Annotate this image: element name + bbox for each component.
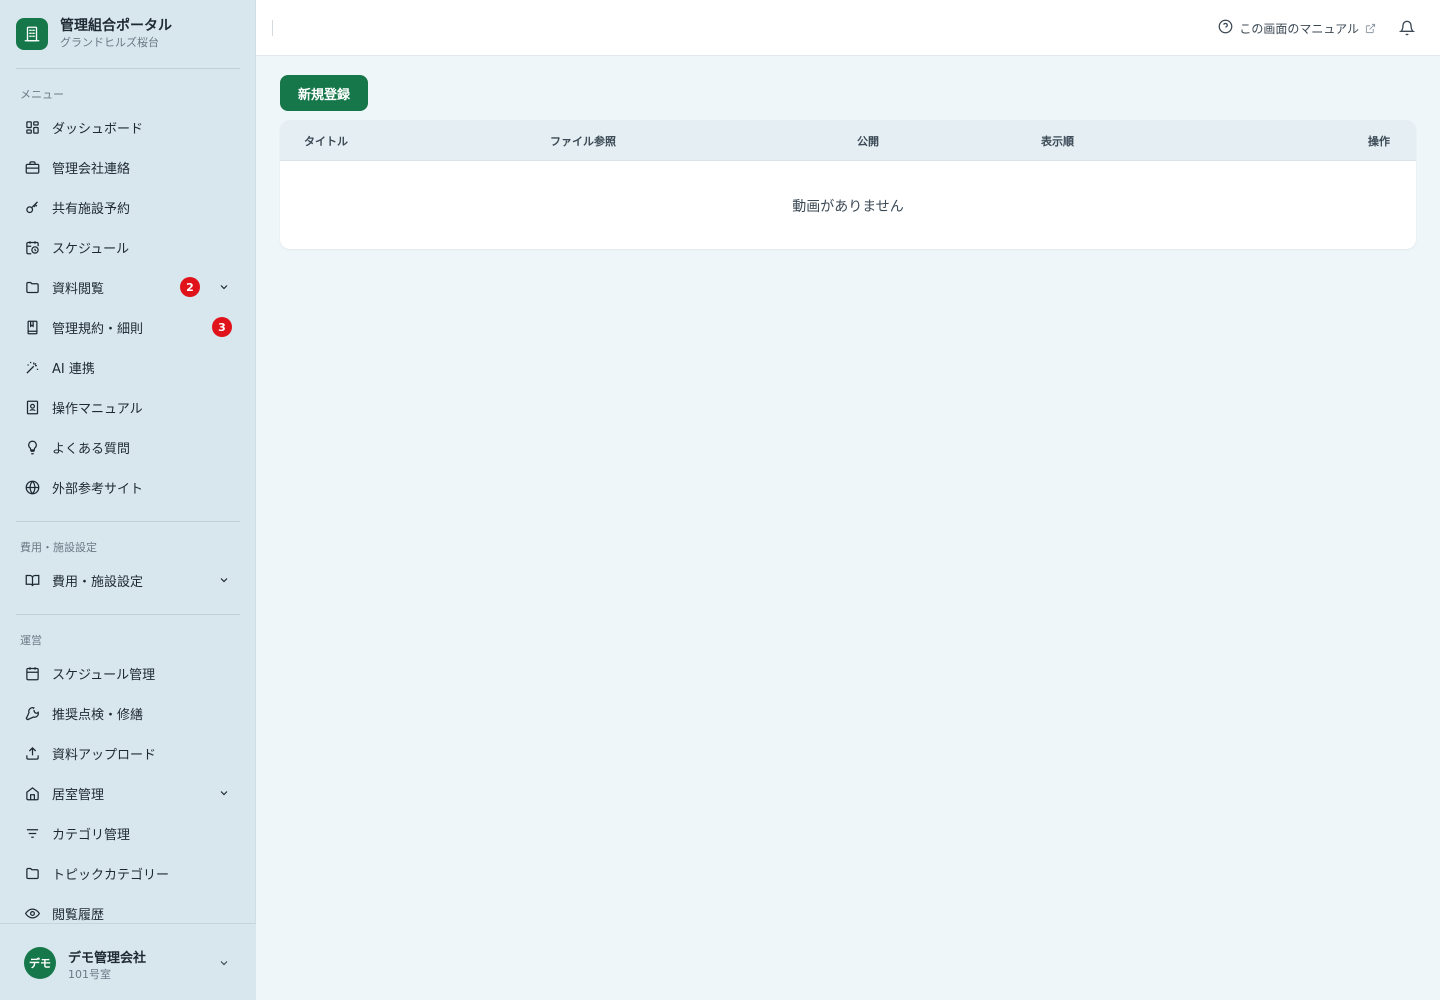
sidebar-item-schedule-management[interactable]: スケジュール管理 <box>16 655 240 691</box>
notification-badge: 2 <box>180 277 200 297</box>
manual-link-label: この画面のマニュアル <box>1239 22 1359 36</box>
header-separator <box>272 20 273 36</box>
sidebar-item-label: トピックカテゴリー <box>52 867 170 883</box>
brand[interactable]: 管理組合ポータル グランドヒルズ桜台 <box>16 18 172 50</box>
sidebar-item-documents[interactable]: 資料閲覧 2 <box>16 269 240 305</box>
video-table: タイトル ファイル参照 公開 表示順 操作 動画がありません <box>280 120 1416 249</box>
sidebar-item-label: 資料アップロード <box>52 747 157 763</box>
sidebar-item-dashboard[interactable]: ダッシュボード <box>16 109 240 145</box>
sidebar-item-category-management[interactable]: カテゴリ管理 <box>16 815 240 851</box>
notification-badge: 3 <box>212 317 232 337</box>
sidebar-item-label: ダッシュボード <box>52 121 144 137</box>
book-icon <box>24 319 40 335</box>
sidebar-item-ai[interactable]: AI 連携 <box>16 349 240 385</box>
sidebar-item-label: 資料閲覧 <box>52 281 105 297</box>
eye-icon <box>24 905 40 921</box>
sidebar-item-label: よくある質問 <box>52 441 131 457</box>
column-header-file[interactable]: ファイル参照 <box>550 133 616 149</box>
chevron-down-icon[interactable] <box>216 955 232 971</box>
sidebar-item-label: 管理会社連絡 <box>52 161 131 177</box>
globe-icon <box>24 479 40 495</box>
chevron-down-icon[interactable] <box>216 572 232 588</box>
sidebar-item-label: 操作マニュアル <box>52 401 143 417</box>
sidebar-item-upload[interactable]: 資料アップロード <box>16 735 240 771</box>
filter-icon <box>24 825 40 841</box>
open-book-icon <box>24 572 40 588</box>
sidebar-item-external-sites[interactable]: 外部参考サイト <box>16 469 240 505</box>
sidebar-item-room-management[interactable]: 居室管理 <box>16 775 240 811</box>
sidebar-item-label: AI 連携 <box>52 361 95 377</box>
table-header: タイトル ファイル参照 公開 表示順 操作 <box>280 120 1416 161</box>
magic-wand-icon <box>24 359 40 375</box>
sidebar-item-inspection[interactable]: 推奨点検・修繕 <box>16 695 240 731</box>
dashboard-icon <box>24 119 40 135</box>
top-header: この画面のマニュアル <box>256 0 1440 56</box>
chevron-down-icon[interactable] <box>216 785 232 801</box>
chevron-down-icon[interactable] <box>216 279 232 295</box>
sidebar-item-label: 閲覧履歴 <box>52 907 105 923</box>
sidebar-item-topic-category[interactable]: トピックカテゴリー <box>16 855 240 891</box>
section-label-operations: 運営 <box>20 634 42 647</box>
sidebar-item-label: スケジュール <box>52 241 130 257</box>
empty-state-message: 動画がありません <box>792 199 904 215</box>
divider <box>16 68 240 69</box>
column-header-actions: 操作 <box>1368 135 1390 148</box>
user-room: 101号室 <box>68 968 111 981</box>
sidebar-item-label: 外部参考サイト <box>52 481 144 497</box>
home-icon <box>24 785 40 801</box>
sidebar: 管理組合ポータル グランドヒルズ桜台 メニュー ダッシュボード 管理会社連絡 共… <box>0 0 256 1000</box>
sidebar-item-label: スケジュール管理 <box>52 667 156 683</box>
user-name: デモ管理会社 <box>68 951 147 966</box>
sidebar-item-schedule[interactable]: スケジュール <box>16 229 240 265</box>
sidebar-item-label: 居室管理 <box>52 787 105 803</box>
folder-icon <box>24 279 40 295</box>
divider <box>16 521 240 522</box>
sidebar-item-regulations[interactable]: 管理規約・細則 3 <box>16 309 240 345</box>
calendar-icon <box>24 665 40 681</box>
sidebar-item-facility-booking[interactable]: 共有施設予約 <box>16 189 240 225</box>
upload-icon <box>24 745 40 761</box>
building-icon <box>16 18 48 50</box>
section-label-menu: メニュー <box>20 88 64 101</box>
manual-icon <box>24 399 40 415</box>
user-menu[interactable]: デモ デモ管理会社 101号室 <box>0 923 256 1000</box>
column-header-order[interactable]: 表示順 <box>1041 133 1074 149</box>
external-link-icon <box>1365 19 1376 38</box>
avatar: デモ <box>24 947 56 979</box>
section-label-fees: 費用・施設設定 <box>20 541 97 554</box>
sidebar-item-label: 推奨点検・修繕 <box>52 707 144 723</box>
screen-manual-link[interactable]: この画面のマニュアル <box>1218 19 1376 38</box>
lightbulb-icon <box>24 439 40 455</box>
sidebar-item-faq[interactable]: よくある質問 <box>16 429 240 465</box>
help-circle-icon <box>1218 19 1233 38</box>
folder-icon <box>24 865 40 881</box>
new-registration-button[interactable]: 新規登録 <box>280 75 368 111</box>
sidebar-item-label: 費用・施設設定 <box>52 574 144 590</box>
brand-subtitle: グランドヒルズ桜台 <box>60 36 159 49</box>
briefcase-icon <box>24 159 40 175</box>
divider <box>16 614 240 615</box>
sidebar-item-label: 管理規約・細則 <box>52 321 144 337</box>
notification-bell-icon[interactable] <box>1398 19 1416 37</box>
sidebar-item-management-contact[interactable]: 管理会社連絡 <box>16 149 240 185</box>
column-header-public[interactable]: 公開 <box>857 133 879 149</box>
column-header-title[interactable]: タイトル <box>304 133 348 149</box>
wrench-icon <box>24 705 40 721</box>
sidebar-item-manual[interactable]: 操作マニュアル <box>16 389 240 425</box>
sidebar-item-label: 共有施設予約 <box>52 201 131 217</box>
calendar-clock-icon <box>24 239 40 255</box>
sidebar-item-fee-settings[interactable]: 費用・施設設定 <box>16 562 240 598</box>
brand-title: 管理組合ポータル <box>60 18 172 34</box>
key-icon <box>24 199 40 215</box>
sidebar-item-label: カテゴリ管理 <box>52 827 131 843</box>
